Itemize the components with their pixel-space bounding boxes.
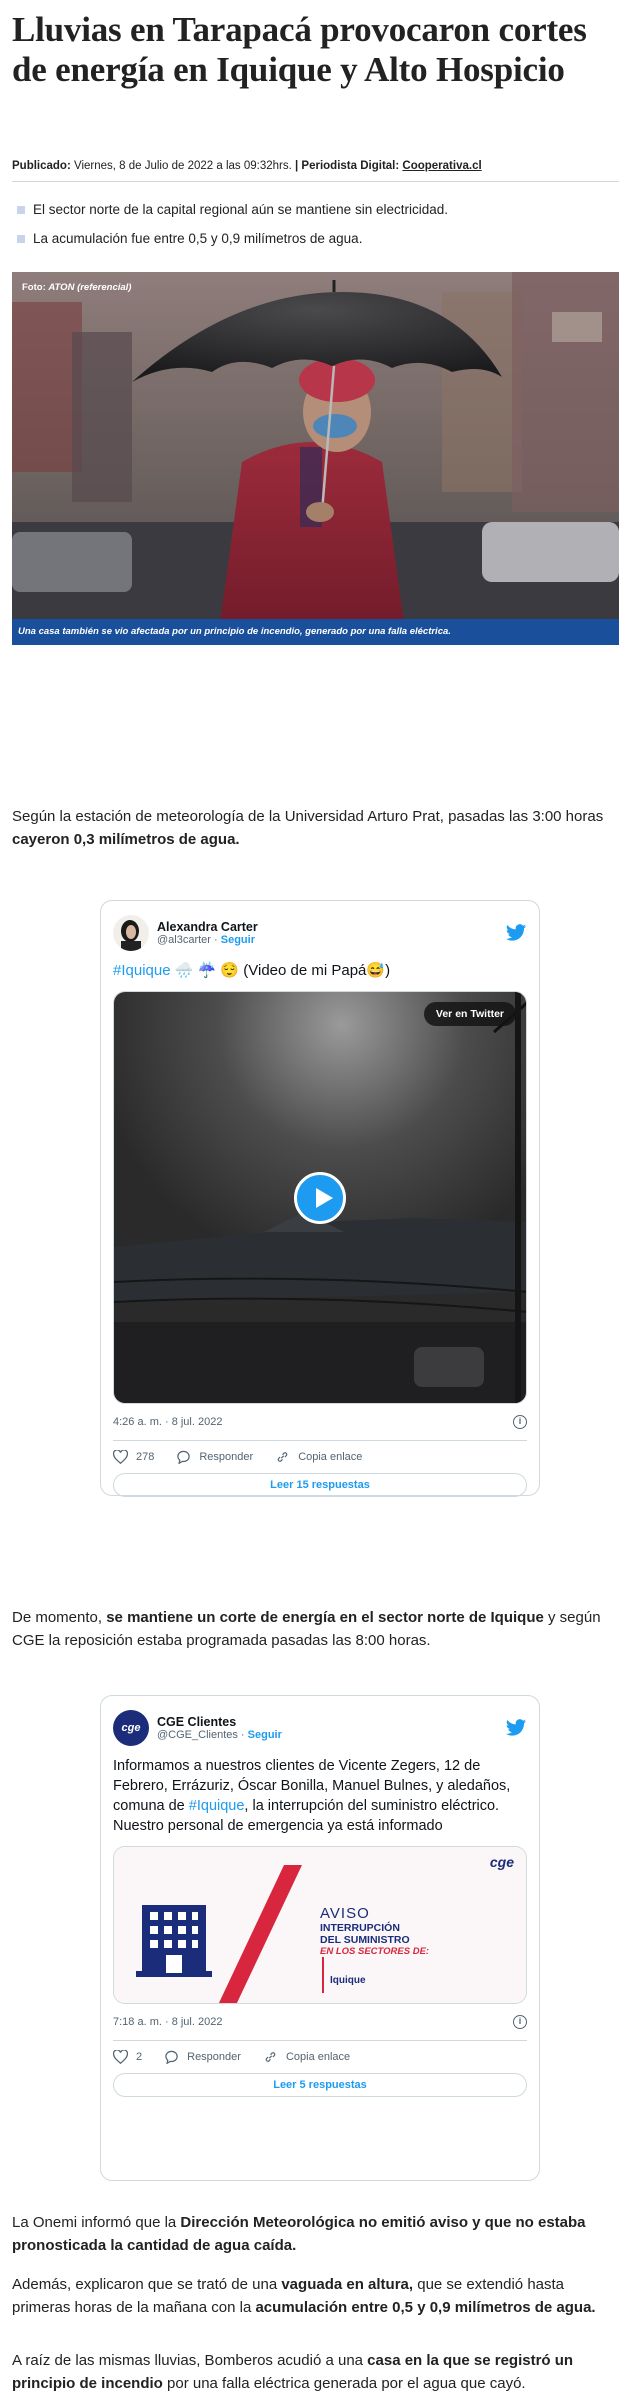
- heart-icon: [113, 2050, 128, 2064]
- photo-caption: Una casa también se vio afectada por un …: [12, 619, 619, 645]
- author-link[interactable]: Cooperativa.cl: [402, 160, 481, 172]
- author-label: Periodista Digital:: [301, 160, 400, 172]
- tweet-author: Alexandra Carter @al3carter · Seguir: [157, 920, 505, 946]
- article-meta: Publicado: Viernes, 8 de Julio de 2022 a…: [12, 160, 619, 182]
- reply-button[interactable]: Responder: [164, 2050, 241, 2064]
- summary-bullets: El sector norte de la capital regional a…: [14, 200, 619, 258]
- article-paragraph: A raíz de las mismas lluvias, Bomberos a…: [12, 2352, 574, 2392]
- tweet-timestamp: 4:26 a. m. · 8 jul. 2022 i: [113, 1414, 527, 1430]
- twitter-bird-icon[interactable]: [505, 1717, 527, 1739]
- building-icon: [136, 1905, 212, 1977]
- sector-name: Iquique: [330, 1975, 366, 1986]
- embedded-tweet: cge CGE Clientes @CGE_Clientes · Seguir …: [100, 1695, 540, 2181]
- like-button[interactable]: 2: [113, 2050, 142, 2064]
- info-icon[interactable]: i: [513, 1415, 527, 1429]
- copy-link-button[interactable]: Copia enlace: [275, 1450, 362, 1464]
- tweet-text: #Iquique 🌧️ ☔ 😌 (Video de mi Papá😅): [113, 962, 391, 979]
- cge-logo: cge: [489, 1854, 514, 1870]
- hashtag-link[interactable]: #Iquique: [113, 962, 171, 979]
- avatar-logo: cge: [121, 1722, 141, 1734]
- aviso-line: EN LOS SECTORES DE:: [320, 1946, 430, 1957]
- tweet-text: Informamos a nuestros clientes de Vicent…: [113, 1758, 511, 1834]
- tweet-timestamp: 7:18 a. m. · 8 jul. 2022 i: [113, 2014, 527, 2030]
- aviso-line: INTERRUPCIÓN: [320, 1922, 400, 1934]
- heart-icon: [113, 1450, 128, 1464]
- reply-button[interactable]: Responder: [176, 1450, 253, 1464]
- tweet-video[interactable]: Ver en Twitter: [113, 991, 527, 1404]
- copy-link-button[interactable]: Copia enlace: [263, 2050, 350, 2064]
- like-button[interactable]: 278: [113, 1450, 154, 1464]
- author-name[interactable]: Alexandra Carter: [157, 920, 505, 934]
- read-replies-button[interactable]: Leer 5 respuestas: [113, 2073, 527, 2097]
- twitter-bird-icon[interactable]: [505, 922, 527, 944]
- embedded-tweet: Alexandra Carter @al3carter · Seguir #Iq…: [100, 900, 540, 1497]
- tweet-header: cge CGE Clientes @CGE_Clientes · Seguir: [113, 1708, 527, 1748]
- summary-bullet: El sector norte de la capital regional a…: [14, 200, 619, 220]
- view-on-twitter-button[interactable]: Ver en Twitter: [423, 1002, 516, 1026]
- reply-icon: [165, 2050, 178, 2064]
- reply-icon: [177, 1450, 191, 1464]
- avatar[interactable]: [113, 915, 149, 951]
- like-count: 278: [136, 1451, 155, 1463]
- article-title: Lluvias en Tarapacá provocaron cortes de…: [12, 10, 587, 89]
- hero-image: Foto: ATON (referencial) Una casa tambié…: [12, 272, 619, 645]
- author-handle: @al3carter · Seguir: [157, 934, 255, 946]
- follow-link[interactable]: Seguir: [221, 934, 255, 946]
- link-icon: [265, 2052, 276, 2062]
- info-icon[interactable]: i: [513, 2015, 527, 2029]
- play-button[interactable]: [294, 1171, 346, 1224]
- link-icon: [277, 1452, 288, 1462]
- aviso-line: DEL SUMINISTRO: [320, 1934, 410, 1946]
- article-page: Lluvias en Tarapacá provocaron cortes de…: [0, 10, 631, 2400]
- article-paragraph: La Onemi informó que la Dirección Meteor…: [12, 2214, 586, 2254]
- published-label: Publicado:: [12, 160, 71, 172]
- article-paragraph: Según la estación de meteorología de la …: [12, 808, 604, 848]
- author-name[interactable]: CGE Clientes: [157, 1715, 505, 1729]
- tweet-actions: 2 Responder Copia enlace: [113, 2041, 527, 2073]
- hero-photo: [12, 272, 619, 645]
- tweet-image-card[interactable]: cge AVISO INTERRUPCIÓN DEL SUMINISTRO EN…: [113, 1846, 527, 2004]
- author-handle: @CGE_Clientes · Seguir: [157, 1729, 282, 1741]
- summary-bullet: La acumulación fue entre 0,5 y 0,9 milím…: [14, 229, 619, 249]
- meta-separator: |: [295, 160, 299, 172]
- published-date: Viernes, 8 de Julio de 2022 a las 09:32h…: [73, 160, 292, 172]
- article-paragraph: De momento, se mantiene un corte de ener…: [12, 1609, 601, 1649]
- like-count: 2: [136, 2051, 143, 2063]
- aviso-label: AVISO: [320, 1905, 370, 1922]
- hashtag-link[interactable]: #Iquique: [189, 1798, 245, 1814]
- tweet-header: Alexandra Carter @al3carter · Seguir: [113, 913, 527, 953]
- article-paragraph: Además, explicaron que se trató de una v…: [12, 2276, 596, 2316]
- avatar[interactable]: cge: [113, 1710, 149, 1746]
- follow-link[interactable]: Seguir: [248, 1729, 282, 1741]
- tweet-actions: 278 Responder Copia enlace: [113, 1441, 527, 1473]
- read-replies-button[interactable]: Leer 15 respuestas: [113, 1473, 527, 1497]
- tweet-author: CGE Clientes @CGE_Clientes · Seguir: [157, 1715, 505, 1741]
- photo-credit: Foto: ATON (referencial): [22, 282, 132, 293]
